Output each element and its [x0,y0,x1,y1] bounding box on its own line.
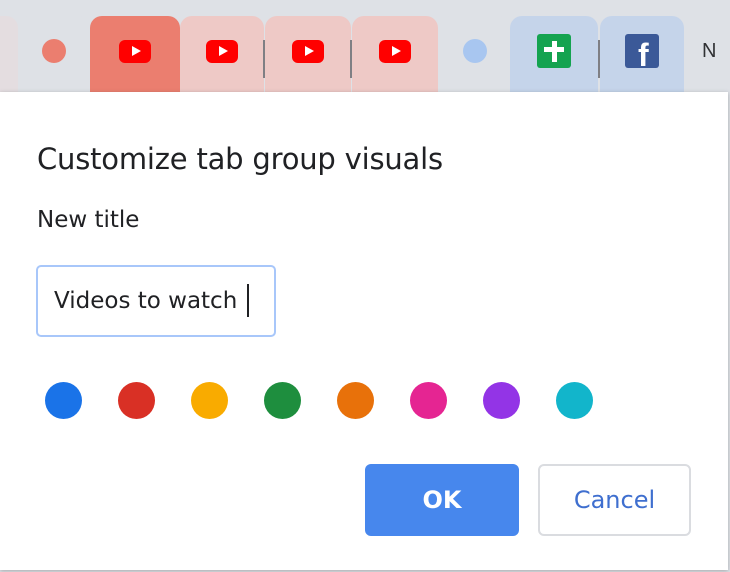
new-tab-partial[interactable]: N [686,16,730,92]
youtube-tab-1[interactable] [90,16,180,92]
google-sheets-icon [537,34,571,68]
tab-strip: f N [0,0,730,92]
color-swatch-cyan[interactable] [556,382,593,419]
group-dot-icon [463,39,487,63]
group-dot-icon [42,39,66,63]
tab-group-editor-dialog: Customize tab group visuals New title OK… [0,92,728,570]
color-swatch-purple[interactable] [483,382,520,419]
facebook-tab[interactable]: f [600,16,684,92]
color-swatch-yellow[interactable] [191,382,228,419]
color-swatch-blue[interactable] [45,382,82,419]
youtube-tab-4[interactable] [352,16,438,92]
dialog-title: Customize tab group visuals [37,142,443,176]
group-title-input[interactable] [36,265,276,337]
youtube-icon [119,39,151,63]
color-swatch-pink[interactable] [410,382,447,419]
ok-button[interactable]: OK [365,464,519,536]
youtube-icon [292,39,324,63]
blue-tab-group[interactable] [440,16,510,92]
facebook-icon: f [625,34,659,68]
tab-title-partial: N [702,39,717,62]
youtube-icon [206,39,238,63]
partial-tab-left[interactable] [0,16,18,92]
collapsed-tab-group[interactable] [18,16,90,92]
text-caret [247,284,249,317]
new-title-label: New title [37,207,140,233]
youtube-icon [379,39,411,63]
color-swatch-orange[interactable] [337,382,374,419]
cancel-button[interactable]: Cancel [538,464,691,536]
color-swatch-red[interactable] [118,382,155,419]
youtube-tab-3[interactable] [265,16,351,92]
youtube-tab-2[interactable] [180,16,264,92]
sheets-tab[interactable] [510,16,598,92]
color-picker [45,382,593,419]
color-swatch-green[interactable] [264,382,301,419]
